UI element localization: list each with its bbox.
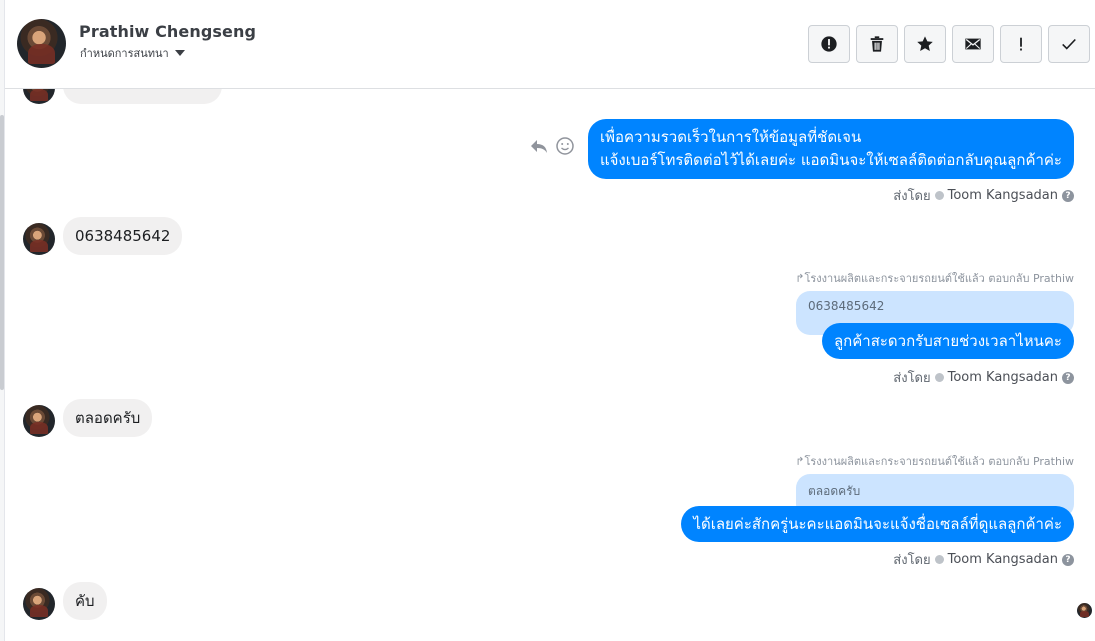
alert-circle-icon: [821, 36, 837, 52]
verified-dot-icon: [934, 191, 944, 200]
left-scrollbar[interactable]: [0, 115, 4, 390]
emoji-react-icon[interactable]: [555, 136, 575, 156]
sent-by-prefix: ส่งโดย: [893, 189, 931, 204]
contact-name[interactable]: Prathiw Chengseng: [79, 22, 256, 41]
contact-avatar-small[interactable]: [23, 588, 55, 620]
conversation-header: Prathiw Chengseng กำหนดการสนทนา: [5, 0, 1095, 89]
verified-dot-icon: [934, 555, 944, 564]
sent-by-prefix: ส่งโดย: [893, 371, 931, 386]
assign-conversation-label: กำหนดการสนทนา: [80, 47, 169, 60]
incoming-message-bubble[interactable]: 0638485642: [63, 217, 183, 255]
message-line: แจ้งเบอร์โทรติดต่อไว้ได้เลยค่ะ แอดมินจะใ…: [599, 151, 1062, 169]
assign-conversation-dropdown[interactable]: กำหนดการสนทนา: [80, 44, 185, 62]
conversation-toolbar: [808, 25, 1090, 63]
trash-icon: [870, 36, 884, 52]
outgoing-message-bubble[interactable]: ได้เลยค่ะสักครู่นะคะแอดมินจะแจ้งชื่อเซลล…: [681, 506, 1074, 542]
sent-by-label: ส่งโดย Toom Kangsadan ?: [893, 367, 1074, 388]
sender-name[interactable]: Toom Kangsadan: [948, 552, 1058, 567]
message-hover-actions: [529, 136, 575, 156]
mark-important-button[interactable]: [1000, 25, 1042, 63]
envelope-icon: [965, 38, 981, 50]
outgoing-message-bubble[interactable]: ลูกค้าสะดวกรับสายช่วงเวลาไหนคะ: [821, 323, 1074, 359]
reply-context-label: ↱โรงงานผลิตและกระจายรถยนต์ใช้แล้ว ตอบกลั…: [795, 269, 1074, 287]
delete-button[interactable]: [856, 25, 898, 63]
mark-unread-button[interactable]: [952, 25, 994, 63]
sent-by-label: ส่งโดย Toom Kangsadan ?: [893, 549, 1074, 570]
checkmark-icon: [1062, 38, 1076, 50]
star-button[interactable]: [904, 25, 946, 63]
sender-name[interactable]: Toom Kangsadan: [948, 188, 1058, 203]
help-icon[interactable]: ?: [1062, 371, 1074, 384]
report-spam-button[interactable]: [808, 25, 850, 63]
message-line: เพื่อความรวดเร็วในการให้ข้อมูลที่ชัดเจน: [599, 128, 862, 146]
reply-context-text: โรงงานผลิตและกระจายรถยนต์ใช้แล้ว ตอบกลับ…: [804, 272, 1074, 285]
reply-icon[interactable]: [529, 136, 549, 156]
help-icon[interactable]: ?: [1062, 189, 1074, 202]
seen-receipt-avatar: [1077, 603, 1092, 618]
star-icon: [917, 36, 933, 52]
sent-by-prefix: ส่งโดย: [893, 553, 931, 568]
mark-done-button[interactable]: [1048, 25, 1090, 63]
sender-name[interactable]: Toom Kangsadan: [948, 370, 1058, 385]
exclamation-icon: [1020, 37, 1022, 51]
incoming-message-bubble[interactable]: ตลอดครับ: [63, 399, 153, 437]
contact-avatar-small[interactable]: [23, 405, 55, 437]
caret-down-icon: [174, 50, 185, 56]
reply-context-text: โรงงานผลิตและกระจายรถยนต์ใช้แล้ว ตอบกลับ…: [804, 455, 1074, 468]
contact-avatar-small[interactable]: [23, 223, 55, 255]
sent-by-label: ส่งโดย Toom Kangsadan ?: [893, 185, 1074, 206]
contact-avatar[interactable]: [17, 19, 66, 68]
verified-dot-icon: [934, 373, 944, 382]
reply-context-label: ↱โรงงานผลิตและกระจายรถยนต์ใช้แล้ว ตอบกลั…: [795, 452, 1074, 470]
outgoing-message-bubble[interactable]: เพื่อความรวดเร็วในการให้ข้อมูลที่ชัดเจน …: [587, 119, 1074, 179]
incoming-message-bubble[interactable]: คับ: [63, 582, 107, 620]
help-icon[interactable]: ?: [1062, 553, 1074, 566]
